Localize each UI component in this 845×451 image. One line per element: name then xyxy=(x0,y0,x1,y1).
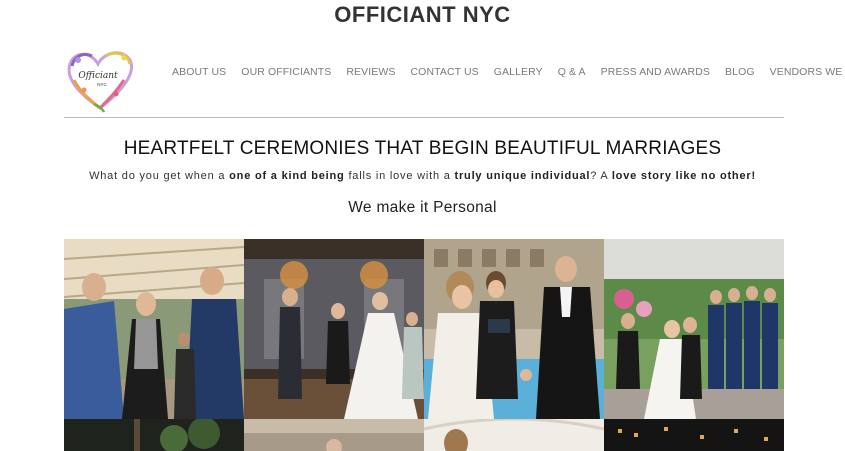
heart-logo-icon: Officiant NYC xyxy=(67,51,133,113)
site-title[interactable]: OFFICIANT NYC xyxy=(0,2,845,28)
tagline-bold-2: truly unique individual xyxy=(454,170,591,182)
nav-item-press-and-awards[interactable]: PRESS AND AWARDS xyxy=(601,66,710,78)
nav-item-reviews[interactable]: REVIEWS xyxy=(346,66,395,78)
tagline-text-1: What do you get when a xyxy=(89,170,230,182)
gallery-photo[interactable] xyxy=(64,419,244,451)
logo-script-text: Officiant xyxy=(78,71,118,81)
gallery-photo[interactable] xyxy=(64,239,244,419)
gallery-photo[interactable] xyxy=(424,239,604,419)
nav-item-about-us[interactable]: ABOUT US xyxy=(172,66,226,78)
hero-tagline: What do you get when a one of a kind bei… xyxy=(0,170,845,182)
tagline-text-3: ? A xyxy=(590,170,612,182)
photo-gallery xyxy=(64,239,784,451)
hero-subheading: We make it Personal xyxy=(348,199,497,216)
tagline-bold-3: love story like no other! xyxy=(611,170,756,182)
hero-heading: HEARTFELT CEREMONIES THAT BEGIN BEAUTIFU… xyxy=(123,138,722,159)
nav-item-contact-us[interactable]: CONTACT US xyxy=(411,66,479,78)
officiant-logo[interactable]: Officiant NYC xyxy=(64,46,136,114)
tagline-bold-1: one of a kind being xyxy=(229,170,345,182)
nav-item-q-and-a[interactable]: Q & A xyxy=(558,66,586,78)
nav-item-vendors-we-love[interactable]: VENDORS WE LOVE xyxy=(770,66,845,78)
nav-item-blog[interactable]: BLOG xyxy=(725,66,755,78)
main-nav: ABOUT US OUR OFFICIANTS REVIEWS CONTACT … xyxy=(172,66,845,78)
header-divider xyxy=(64,117,784,118)
gallery-photo[interactable] xyxy=(244,419,424,451)
gallery-photo[interactable] xyxy=(244,239,424,419)
nav-item-our-officiants[interactable]: OUR OFFICIANTS xyxy=(241,66,331,78)
logo-sub-text: NYC xyxy=(97,82,107,87)
gallery-photo[interactable] xyxy=(424,419,604,451)
gallery-photo[interactable] xyxy=(604,419,784,451)
tagline-text-2: falls in love with a xyxy=(344,170,455,182)
gallery-photo[interactable] xyxy=(604,239,784,419)
nav-item-gallery[interactable]: GALLERY xyxy=(494,66,543,78)
